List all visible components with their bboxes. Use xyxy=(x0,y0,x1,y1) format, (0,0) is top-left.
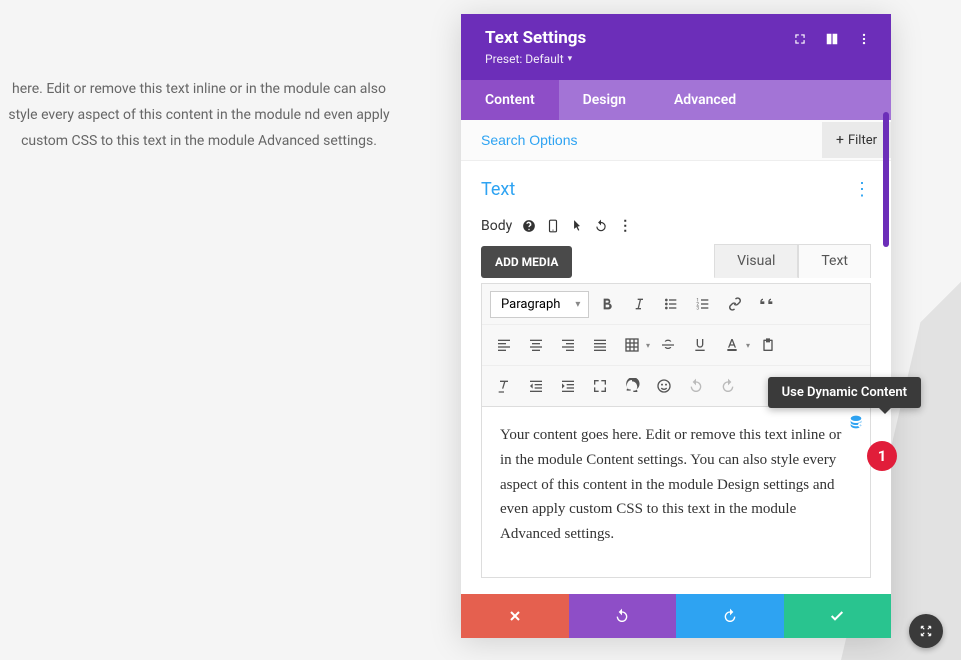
cancel-button[interactable] xyxy=(461,594,569,638)
field-label-row: Body ⋮ xyxy=(481,218,871,234)
underline-icon[interactable] xyxy=(686,331,714,359)
hover-icon[interactable] xyxy=(570,219,584,233)
tab-design[interactable]: Design xyxy=(559,80,650,120)
special-char-icon[interactable] xyxy=(618,372,646,400)
chevron-down-icon: ▾ xyxy=(568,54,573,64)
editor-tab-visual[interactable]: Visual xyxy=(714,244,798,278)
save-button[interactable] xyxy=(784,594,892,638)
paragraph-select[interactable]: Paragraph xyxy=(490,291,589,318)
italic-icon[interactable] xyxy=(625,290,653,318)
badge-1: 1 xyxy=(867,441,897,471)
modal-header: Text Settings Preset: Default ▾ xyxy=(461,14,891,80)
redo-editor-icon[interactable] xyxy=(714,372,742,400)
scrollbar-thumb[interactable] xyxy=(883,112,889,247)
filter-button[interactable]: + Filter xyxy=(822,122,891,158)
redo-button[interactable] xyxy=(676,594,784,638)
editor-content-area[interactable]: Your content goes here. Edit or remove t… xyxy=(481,407,871,578)
section-title-text[interactable]: Text xyxy=(481,179,515,200)
bullet-list-icon[interactable] xyxy=(657,290,685,318)
section-menu-icon[interactable]: ⋮ xyxy=(853,179,871,200)
scrollbar[interactable] xyxy=(883,112,889,578)
svg-text:3: 3 xyxy=(697,305,700,311)
field-more-icon[interactable]: ⋮ xyxy=(618,218,632,234)
align-left-icon[interactable] xyxy=(490,331,518,359)
dynamic-content-icon[interactable]: + xyxy=(848,413,864,429)
link-icon[interactable] xyxy=(721,290,749,318)
emoji-icon[interactable] xyxy=(650,372,678,400)
columns-icon[interactable] xyxy=(825,32,839,46)
dynamic-content-tooltip: Use Dynamic Content xyxy=(768,377,921,408)
tab-content[interactable]: Content xyxy=(461,80,559,120)
numbered-list-icon[interactable]: 123 xyxy=(689,290,717,318)
modal-title: Text Settings xyxy=(485,28,586,48)
align-center-icon[interactable] xyxy=(522,331,550,359)
preset-selector[interactable]: Preset: Default ▾ xyxy=(485,52,586,66)
plus-icon: + xyxy=(836,132,844,148)
reset-icon[interactable] xyxy=(594,219,608,233)
align-right-icon[interactable] xyxy=(554,331,582,359)
svg-text:+: + xyxy=(859,423,862,429)
modal-footer xyxy=(461,594,891,638)
more-icon[interactable] xyxy=(857,32,871,46)
align-justify-icon[interactable] xyxy=(586,331,614,359)
modal-body: Text ⋮ Body ⋮ ADD MEDIA Visual Text Para… xyxy=(461,161,891,578)
settings-tabs: Content Design Advanced xyxy=(461,80,891,120)
help-icon[interactable] xyxy=(522,219,536,233)
search-input[interactable] xyxy=(481,120,822,160)
background-page-text: here. Edit or remove this text inline or… xyxy=(0,77,408,155)
tab-advanced[interactable]: Advanced xyxy=(650,80,760,120)
indent-icon[interactable] xyxy=(554,372,582,400)
editor-tab-text[interactable]: Text xyxy=(798,244,871,278)
clear-format-icon[interactable] xyxy=(490,372,518,400)
expand-fab[interactable] xyxy=(909,614,943,648)
text-color-icon[interactable] xyxy=(718,331,746,359)
search-row: + Filter xyxy=(461,120,891,161)
quote-icon[interactable] xyxy=(753,290,781,318)
expand-icon[interactable] xyxy=(793,32,807,46)
fullscreen-icon[interactable] xyxy=(586,372,614,400)
tablet-icon[interactable] xyxy=(546,219,560,233)
color-caret-icon[interactable]: ▾ xyxy=(746,341,750,350)
text-settings-modal: Text Settings Preset: Default ▾ Content … xyxy=(461,14,891,638)
table-icon[interactable] xyxy=(618,331,646,359)
undo-button[interactable] xyxy=(569,594,677,638)
table-caret-icon[interactable]: ▾ xyxy=(646,341,650,350)
strikethrough-icon[interactable] xyxy=(654,331,682,359)
bold-icon[interactable] xyxy=(593,290,621,318)
outdent-icon[interactable] xyxy=(522,372,550,400)
field-label-body: Body xyxy=(481,218,512,234)
paste-icon[interactable] xyxy=(754,331,782,359)
undo-editor-icon[interactable] xyxy=(682,372,710,400)
add-media-button[interactable]: ADD MEDIA xyxy=(481,246,572,278)
